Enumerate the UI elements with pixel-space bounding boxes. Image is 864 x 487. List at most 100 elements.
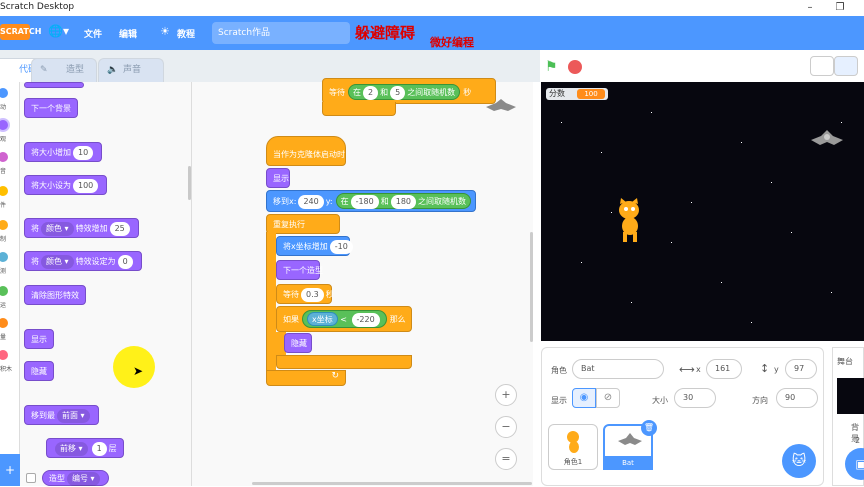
block-pick-random[interactable]: 在 2 和 5 之间取随机数 <box>348 84 461 100</box>
stage-canvas[interactable] <box>541 82 864 341</box>
category-label: 观 <box>0 136 7 143</box>
block-change-size[interactable]: 将大小增加 10 <box>24 142 103 162</box>
block-wait-random[interactable]: 等待在 2 和 5 之间取随机数秒 <box>322 78 496 104</box>
project-title-input[interactable]: Scratch作品 <box>212 22 350 44</box>
block-show[interactable]: 显示 <box>24 329 54 349</box>
block-change-x[interactable]: 将x坐标增加 -10 <box>276 236 353 256</box>
zoom-reset-icon[interactable]: = <box>495 448 517 470</box>
value-input[interactable]: -10 <box>329 240 353 254</box>
stop-icon[interactable] <box>568 60 582 74</box>
minimize-icon[interactable]: – <box>800 2 820 14</box>
tutorials-bulb-icon[interactable]: ☀ <box>160 25 170 38</box>
random-max-input[interactable]: 180 <box>390 195 417 209</box>
category-myblocks-icon[interactable] <box>0 350 8 360</box>
random-max-input[interactable]: 5 <box>390 86 406 100</box>
tab-sounds[interactable]: 🔈 声音 <box>98 58 164 82</box>
block-goto-xy[interactable]: 移到x: 240 y: 在 -180 和 180 之间取随机数 <box>266 190 476 212</box>
size-input[interactable]: 30 <box>674 388 716 408</box>
value-input[interactable]: 100 <box>73 179 99 193</box>
block-next-costume[interactable]: 下一个造型 <box>276 260 323 280</box>
add-backdrop-icon[interactable]: ▣ <box>845 448 864 480</box>
block-x-position[interactable]: x坐标 <box>307 312 338 326</box>
block-costume-reporter[interactable]: 造型 编号 ▾ <box>42 470 109 486</box>
direction-dropdown[interactable]: 前移 ▾ <box>55 442 88 456</box>
block-pick-random[interactable]: 在 -180 和 180 之间取随机数 <box>335 193 472 209</box>
maximize-icon[interactable]: ❐ <box>830 2 850 14</box>
reporter-checkbox[interactable] <box>26 473 36 483</box>
green-flag-icon[interactable]: ⚑ <box>545 59 558 75</box>
block-hide[interactable]: 隐藏 <box>284 333 312 353</box>
zoom-in-icon[interactable]: + <box>495 384 517 406</box>
block-forever[interactable]: 重复执行 <box>266 214 340 234</box>
small-stage-icon[interactable] <box>810 56 834 76</box>
block-clear-effects[interactable]: 清除图形特效 <box>24 285 86 305</box>
value-input[interactable]: 10 <box>73 146 94 160</box>
block-less-than[interactable]: x坐标 < -220 <box>302 310 387 328</box>
block-change-layer[interactable]: 前移 ▾ 1 层 <box>46 438 124 458</box>
category-label: 制 <box>0 236 7 243</box>
sprite-name-input[interactable]: Bat <box>572 359 664 379</box>
loop-arrow-icon: ↻ <box>266 370 346 386</box>
category-sound-icon[interactable] <box>0 152 8 162</box>
brush-icon: ✎ <box>40 65 48 75</box>
script-hscrollbar[interactable] <box>252 482 532 485</box>
block-if[interactable]: 如果 x坐标 < -220 那么 <box>276 306 412 332</box>
language-globe-icon[interactable]: 🌐▾ <box>48 24 69 38</box>
x-input[interactable]: 161 <box>706 359 742 379</box>
if-bottom <box>276 355 412 369</box>
category-events-icon[interactable] <box>0 186 8 196</box>
menu-edit[interactable]: 编辑 <box>119 27 137 40</box>
random-min-input[interactable]: -180 <box>350 195 379 209</box>
sprite-name: Bat <box>603 456 653 470</box>
y-label: y <box>774 365 779 374</box>
cat-sprite <box>619 198 639 242</box>
category-looks-icon[interactable] <box>0 120 8 130</box>
cat-thumb-icon <box>567 431 579 453</box>
y-input[interactable]: 97 <box>785 359 817 379</box>
x-input[interactable]: 240 <box>298 195 324 209</box>
zoom-out-icon[interactable]: − <box>495 416 517 438</box>
block-go-to-layer[interactable]: 移到最 前面 ▾ <box>24 405 99 425</box>
effect-dropdown[interactable]: 颜色 ▾ <box>41 222 74 236</box>
costume-dropdown[interactable]: 编号 ▾ <box>67 472 100 486</box>
add-sprite-icon[interactable]: 🐱 <box>782 444 816 478</box>
stage-backdrop-panel[interactable]: 舞台 背景 2 ▣ <box>832 347 864 486</box>
value-input[interactable]: 1 <box>91 442 107 456</box>
hide-visible-icon[interactable]: ⊘ <box>596 388 620 408</box>
scratch-logo[interactable]: SCRATCH <box>0 24 41 40</box>
block-set-size[interactable]: 将大小设为 100 <box>24 175 108 195</box>
block-set-effect[interactable]: 将颜色 ▾ 特效设定为 0 <box>24 251 142 271</box>
script-scrollbar[interactable] <box>530 232 533 342</box>
layer-dropdown[interactable]: 前面 ▾ <box>57 409 90 423</box>
window-title: Scratch Desktop <box>0 2 75 12</box>
tab-costumes[interactable]: ✎ 造型 <box>31 58 97 82</box>
value-input[interactable]: 0 <box>117 255 133 269</box>
value-input[interactable]: -220 <box>351 313 380 327</box>
category-control-icon[interactable] <box>0 220 8 230</box>
category-variables-icon[interactable] <box>0 318 8 328</box>
effect-dropdown[interactable]: 颜色 ▾ <box>41 255 74 269</box>
category-sensing-icon[interactable] <box>0 252 8 262</box>
category-operators-icon[interactable] <box>0 286 8 296</box>
block-hide[interactable]: 隐藏 <box>24 361 54 381</box>
block-show[interactable]: 显示 <box>266 168 290 188</box>
block-change-effect[interactable]: 将颜色 ▾ 特效增加 25 <box>24 218 139 238</box>
menu-tutorials[interactable]: 教程 <box>177 27 195 40</box>
block-next-backdrop[interactable]: 下一个背景 <box>24 98 78 118</box>
block-when-clone-start[interactable]: 当作为克隆体启动时 <box>266 136 346 166</box>
large-stage-icon[interactable] <box>834 56 858 76</box>
add-extension-icon[interactable]: + <box>0 454 20 486</box>
direction-input[interactable]: 90 <box>776 388 818 408</box>
menu-file[interactable]: 文件 <box>84 27 102 40</box>
palette-scrollbar[interactable] <box>188 166 191 200</box>
delete-sprite-icon[interactable]: 🗑 <box>641 420 657 436</box>
category-motion-icon[interactable] <box>0 88 8 98</box>
block-wait[interactable]: 等待 0.3 秒 <box>276 284 334 304</box>
random-min-input[interactable]: 2 <box>363 86 379 100</box>
sprite-thumb-cat[interactable]: 角色1 <box>548 424 598 470</box>
value-input[interactable]: 0.3 <box>301 288 324 302</box>
show-visible-icon[interactable]: ◉ <box>572 388 596 408</box>
sprite-label: 角色 <box>551 366 567 375</box>
block-looks-partial[interactable] <box>24 82 84 88</box>
value-input[interactable]: 25 <box>109 222 130 236</box>
